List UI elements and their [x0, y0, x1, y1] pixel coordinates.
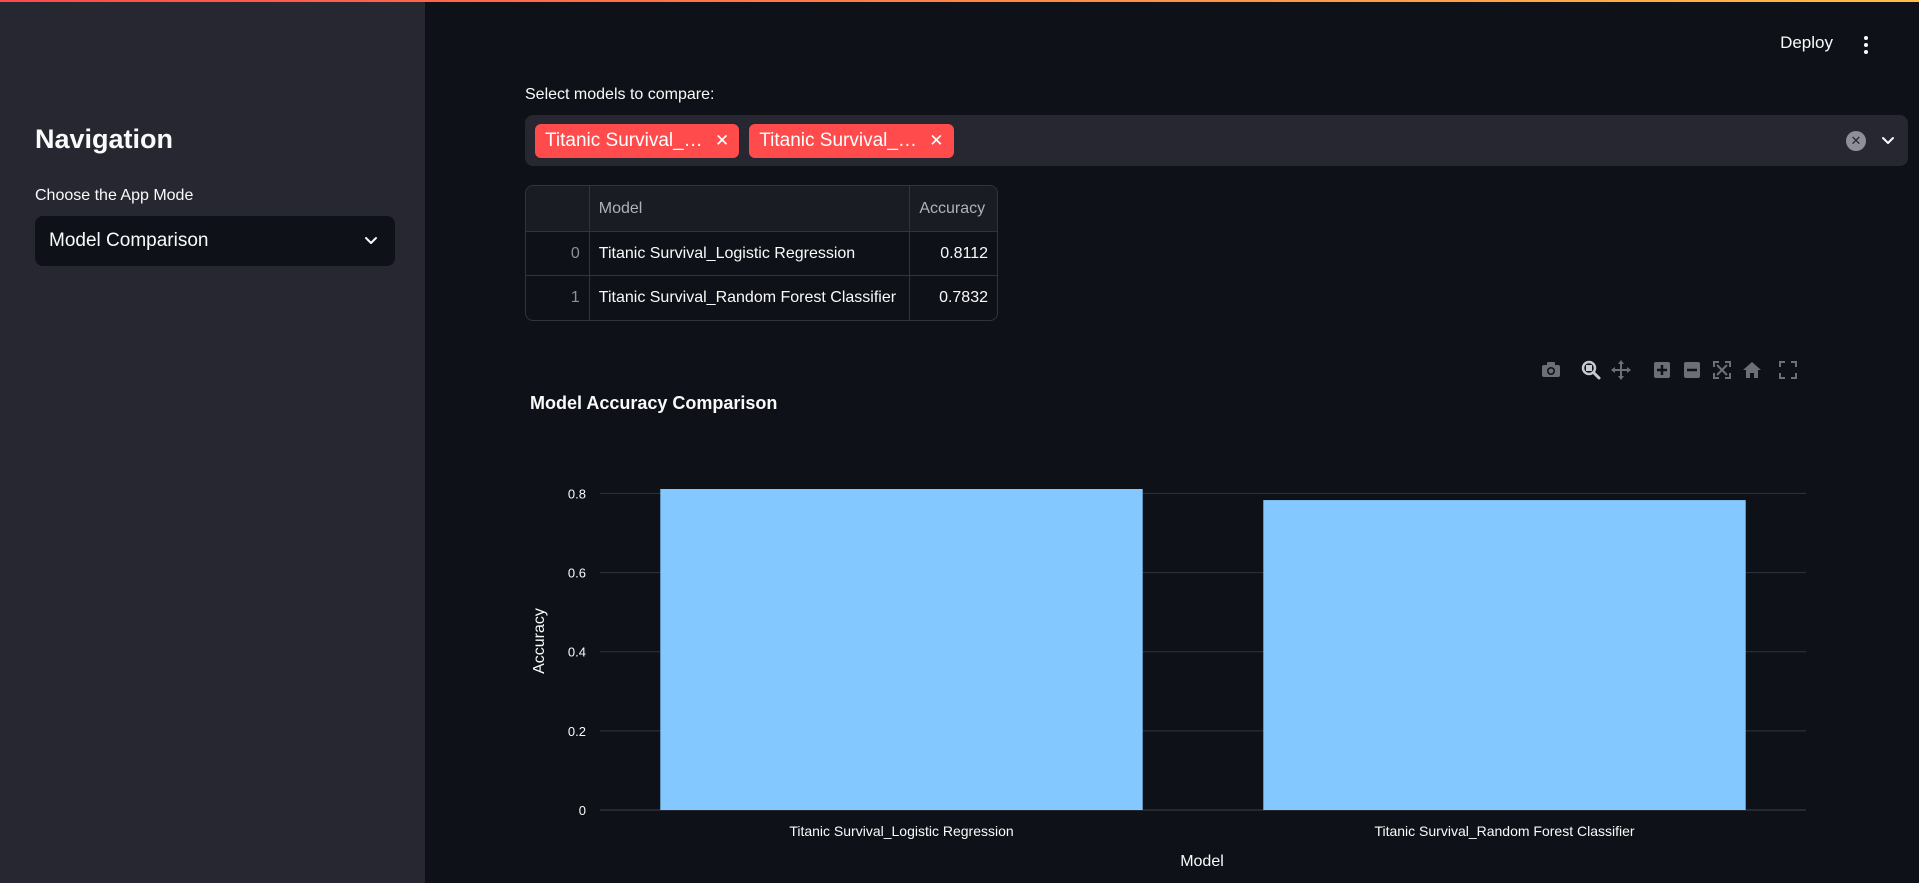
x-tick-label: Titanic Survival_Random Forest Classifie… [1374, 823, 1634, 839]
y-tick-label: 0.4 [568, 645, 586, 660]
y-tick-label: 0 [579, 803, 586, 818]
bar[interactable] [1263, 500, 1746, 810]
x-tick-label: Titanic Survival_Logistic Regression [789, 823, 1013, 839]
y-tick-label: 0.2 [568, 724, 586, 739]
y-tick-label: 0.6 [568, 566, 586, 581]
y-axis-label: Accuracy [531, 608, 548, 674]
y-tick-label: 0.8 [568, 486, 586, 501]
bar-chart: 0 0.2 0.4 0.6 0.8 Titanic Survival_Logistic … [531, 486, 1806, 870]
bar[interactable] [660, 489, 1143, 810]
x-axis-label: Model [1180, 853, 1224, 870]
